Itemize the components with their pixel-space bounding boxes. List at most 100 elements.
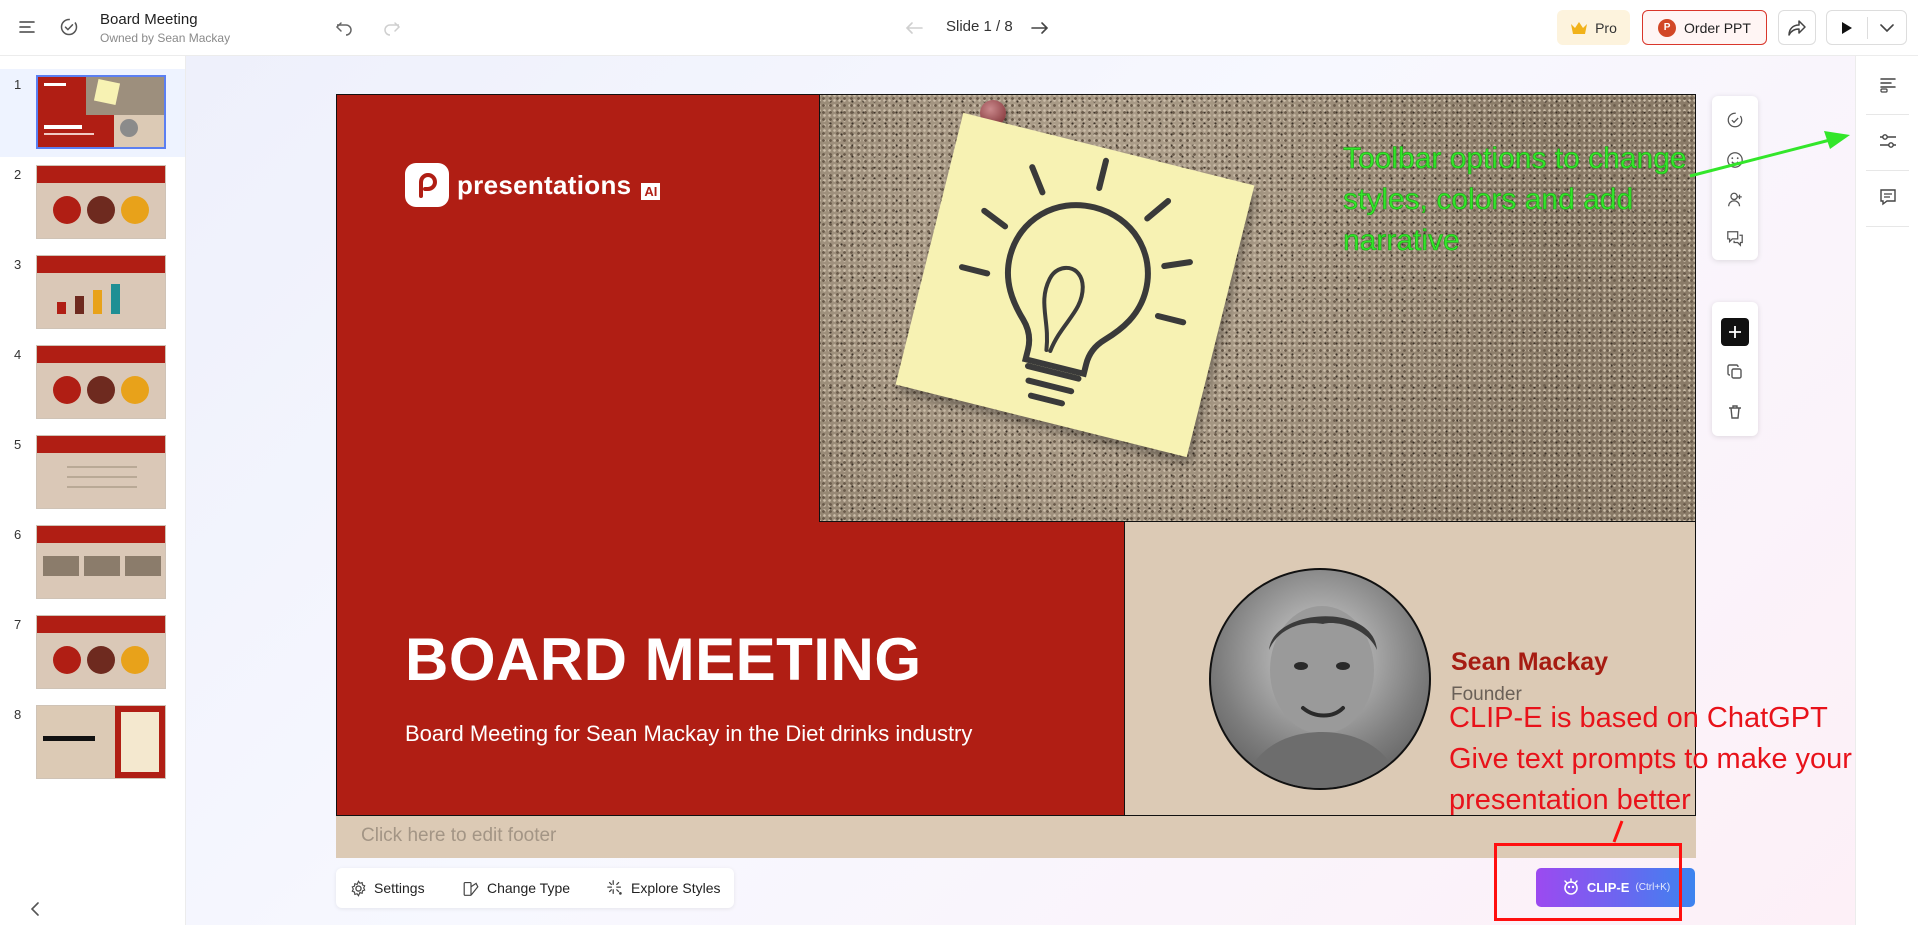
thumbnail-number: 7 bbox=[14, 617, 22, 632]
settings-button[interactable]: Settings bbox=[350, 868, 425, 908]
hamburger-icon bbox=[19, 21, 35, 33]
presentations-ai-logo[interactable]: presentations AI bbox=[405, 163, 661, 207]
present-button-group bbox=[1826, 10, 1907, 45]
slide-thumbnail-2[interactable]: 2 bbox=[0, 159, 185, 247]
gear-icon bbox=[351, 879, 366, 897]
undo-icon bbox=[335, 22, 352, 36]
change-type-button[interactable]: Change Type bbox=[462, 868, 570, 908]
add-slide-button[interactable] bbox=[1721, 318, 1749, 346]
slide-actions-toolbar bbox=[1712, 302, 1758, 436]
slide-thumbnail-5[interactable]: 5 bbox=[0, 429, 185, 517]
slide-subtitle[interactable]: Board Meeting for Sean Mackay in the Die… bbox=[405, 721, 972, 747]
redo-icon bbox=[384, 22, 401, 36]
document-owner: Owned by Sean Mackay bbox=[100, 31, 231, 45]
order-ppt-label: Order PPT bbox=[1684, 19, 1751, 36]
annotation-clip-line3: presentation better bbox=[1449, 784, 1691, 816]
logo-text: presentations bbox=[457, 169, 632, 200]
pro-button[interactable]: Pro bbox=[1557, 10, 1630, 45]
thumbnail-preview bbox=[36, 255, 166, 329]
thumbnail-preview bbox=[36, 435, 166, 509]
next-slide-button[interactable] bbox=[1028, 16, 1052, 40]
explore-styles-button[interactable]: Explore Styles bbox=[606, 868, 720, 908]
thumbnail-number: 4 bbox=[14, 347, 22, 362]
slide-thumbnail-6[interactable]: 6 bbox=[0, 519, 185, 607]
annotation-highlight-box bbox=[1494, 843, 1682, 921]
present-button[interactable] bbox=[1827, 11, 1867, 44]
chevron-down-icon bbox=[1880, 23, 1894, 32]
slide-thumbnail-4[interactable]: 4 bbox=[0, 339, 185, 427]
share-icon bbox=[1788, 19, 1806, 36]
slide-thumbnail-1[interactable]: 1 bbox=[0, 69, 185, 157]
trash-icon bbox=[1729, 405, 1741, 419]
chevron-left-icon bbox=[31, 902, 39, 916]
top-bar: Board Meeting Owned by Sean Mackay Slide… bbox=[0, 0, 1918, 56]
previous-slide-button[interactable] bbox=[902, 16, 926, 40]
footer-placeholder[interactable]: Click here to edit footer bbox=[361, 825, 556, 847]
present-options-button[interactable] bbox=[1868, 11, 1906, 44]
lightbulb-icon bbox=[958, 157, 1193, 407]
delete-slide-button[interactable] bbox=[1721, 398, 1749, 426]
thumbnail-preview bbox=[36, 705, 166, 779]
text-format-button[interactable] bbox=[1877, 74, 1899, 96]
order-ppt-button[interactable]: P Order PPT bbox=[1642, 10, 1767, 45]
version-history-button[interactable] bbox=[58, 16, 80, 38]
sliders-icon bbox=[1880, 134, 1896, 148]
pro-label: Pro bbox=[1595, 19, 1617, 36]
logo-ai-suffix: AI bbox=[641, 182, 661, 200]
arrow-left-icon bbox=[905, 22, 923, 34]
text-lines-icon bbox=[1880, 78, 1896, 93]
slide-style-toolbar bbox=[1712, 96, 1758, 260]
powerpoint-icon: P bbox=[1658, 18, 1677, 37]
slide-counter: Slide 1 / 8 bbox=[946, 18, 1013, 35]
crown-icon bbox=[1571, 21, 1588, 34]
settings-label: Settings bbox=[374, 880, 425, 896]
slide-title[interactable]: BOARD MEETING bbox=[405, 625, 922, 694]
narrative-button[interactable] bbox=[1721, 224, 1749, 252]
slide-thumbnail-7[interactable]: 7 bbox=[0, 609, 185, 697]
change-type-label: Change Type bbox=[487, 880, 571, 896]
add-narrator-button[interactable] bbox=[1721, 186, 1749, 214]
layout-icon bbox=[463, 881, 479, 896]
duplicate-slide-button[interactable] bbox=[1721, 358, 1749, 386]
sticky-note-image bbox=[895, 112, 1255, 458]
thumbnail-preview bbox=[36, 525, 166, 599]
menu-button[interactable] bbox=[16, 16, 38, 38]
comments-button[interactable] bbox=[1877, 186, 1899, 208]
comment-icon bbox=[1880, 189, 1896, 206]
redo-button[interactable] bbox=[380, 16, 404, 40]
thumbnail-preview bbox=[36, 615, 166, 689]
smiley-icon bbox=[1727, 152, 1743, 168]
undo-button[interactable] bbox=[332, 16, 356, 40]
copy-icon bbox=[1727, 364, 1742, 379]
thumbnail-preview bbox=[36, 165, 166, 239]
slide-bottom-toolbar: Settings Change Type Explore Styles bbox=[336, 868, 734, 908]
thumbnail-number: 8 bbox=[14, 707, 22, 722]
slide-thumbnail-3[interactable]: 3 bbox=[0, 249, 185, 337]
presenter-avatar[interactable] bbox=[1209, 568, 1431, 790]
thumbnail-number: 5 bbox=[14, 437, 22, 452]
thumbnail-number: 3 bbox=[14, 257, 22, 272]
emoji-button[interactable] bbox=[1721, 146, 1749, 174]
right-panel-divider bbox=[1866, 114, 1909, 115]
thumbnail-number: 2 bbox=[14, 167, 22, 182]
slide-thumbnail-panel: 1 2 3 4 5 6 7 8 bbox=[0, 56, 186, 925]
adjust-style-button[interactable] bbox=[1877, 130, 1899, 152]
chat-icon bbox=[1727, 231, 1743, 247]
presenter-name[interactable]: Sean Mackay bbox=[1451, 648, 1608, 677]
collapse-panel-button[interactable] bbox=[24, 898, 46, 920]
annotation-clip-note: CLIP-E is based on ChatGPT Give text pro… bbox=[1449, 698, 1909, 821]
share-button[interactable] bbox=[1778, 10, 1816, 45]
thumbnail-preview bbox=[36, 345, 166, 419]
logo-mark-icon bbox=[405, 163, 449, 207]
check-style-button[interactable] bbox=[1721, 106, 1749, 134]
right-panel-divider bbox=[1866, 226, 1909, 227]
explore-styles-label: Explore Styles bbox=[631, 880, 721, 896]
annotation-toolbar-note: Toolbar options to change styles, colors… bbox=[1343, 142, 1687, 258]
annotation-clip-line2: Give text prompts to make your bbox=[1449, 743, 1852, 775]
slide-thumbnail-8[interactable]: 8 bbox=[0, 699, 185, 787]
document-title[interactable]: Board Meeting bbox=[100, 11, 198, 28]
right-panel-divider bbox=[1866, 170, 1909, 171]
person-photo bbox=[1242, 606, 1402, 788]
arrow-right-icon bbox=[1031, 22, 1049, 34]
user-add-icon bbox=[1728, 192, 1742, 207]
